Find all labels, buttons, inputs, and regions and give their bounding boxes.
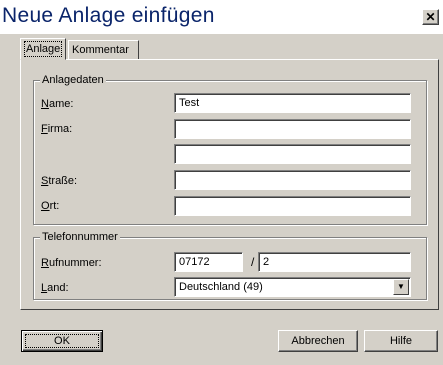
- ok-button[interactable]: OK: [21, 330, 103, 352]
- tab-panel-anlage: Anlagedaten Name: Test Firma: Straße: Or…: [20, 59, 439, 310]
- land-select-value: Deutschland (49): [179, 281, 263, 293]
- tab-anlage[interactable]: Anlage: [20, 38, 67, 60]
- firma-label: Firma:: [41, 123, 73, 135]
- group-telefonnummer-legend: Telefonnummer: [40, 231, 120, 244]
- land-label: Land:: [41, 282, 69, 294]
- group-telefonnummer: Telefonnummer Rufnummer: 07172 / 2 Land:…: [33, 231, 427, 300]
- close-icon: ✕: [425, 10, 436, 24]
- cancel-button[interactable]: Abbrechen: [278, 330, 358, 352]
- ort-label: Ort:: [41, 200, 60, 212]
- group-anlagedaten: Anlagedaten Name: Test Firma: Straße: Or…: [33, 74, 427, 225]
- rufnummer-label: Rufnummer:: [41, 257, 102, 269]
- group-anlagedaten-legend: Anlagedaten: [40, 74, 106, 87]
- firma-field-2[interactable]: [174, 144, 411, 164]
- tab-kommentar[interactable]: Kommentar: [68, 40, 139, 60]
- name-field[interactable]: Test: [174, 93, 411, 113]
- tab-kommentar-label: Kommentar: [72, 44, 129, 56]
- dialog-window: Neue Anlage einfügen ✕ Anlage Kommentar …: [0, 0, 443, 365]
- vorwahl-field[interactable]: 07172: [174, 252, 243, 272]
- tab-anlage-label: Anlage: [24, 41, 63, 57]
- help-button[interactable]: Hilfe: [364, 330, 438, 352]
- rufnummer-field[interactable]: 2: [258, 252, 411, 272]
- dropdown-arrow-icon[interactable]: ▼: [393, 279, 409, 295]
- cancel-button-label: Abbrechen: [291, 335, 345, 347]
- window-title: Neue Anlage einfügen: [2, 4, 215, 27]
- strasse-label: Straße:: [41, 175, 78, 187]
- strasse-field[interactable]: [174, 170, 411, 190]
- name-label: Name:: [41, 98, 74, 110]
- ort-field[interactable]: [174, 196, 411, 216]
- land-select[interactable]: Deutschland (49) ▼: [174, 277, 411, 297]
- firma-field[interactable]: [174, 119, 411, 139]
- phone-separator: /: [251, 255, 255, 269]
- focus-rect: [25, 334, 99, 348]
- help-button-label: Hilfe: [389, 335, 412, 347]
- close-button[interactable]: ✕: [422, 9, 439, 25]
- title-bar[interactable]: Neue Anlage einfügen ✕: [0, 0, 443, 34]
